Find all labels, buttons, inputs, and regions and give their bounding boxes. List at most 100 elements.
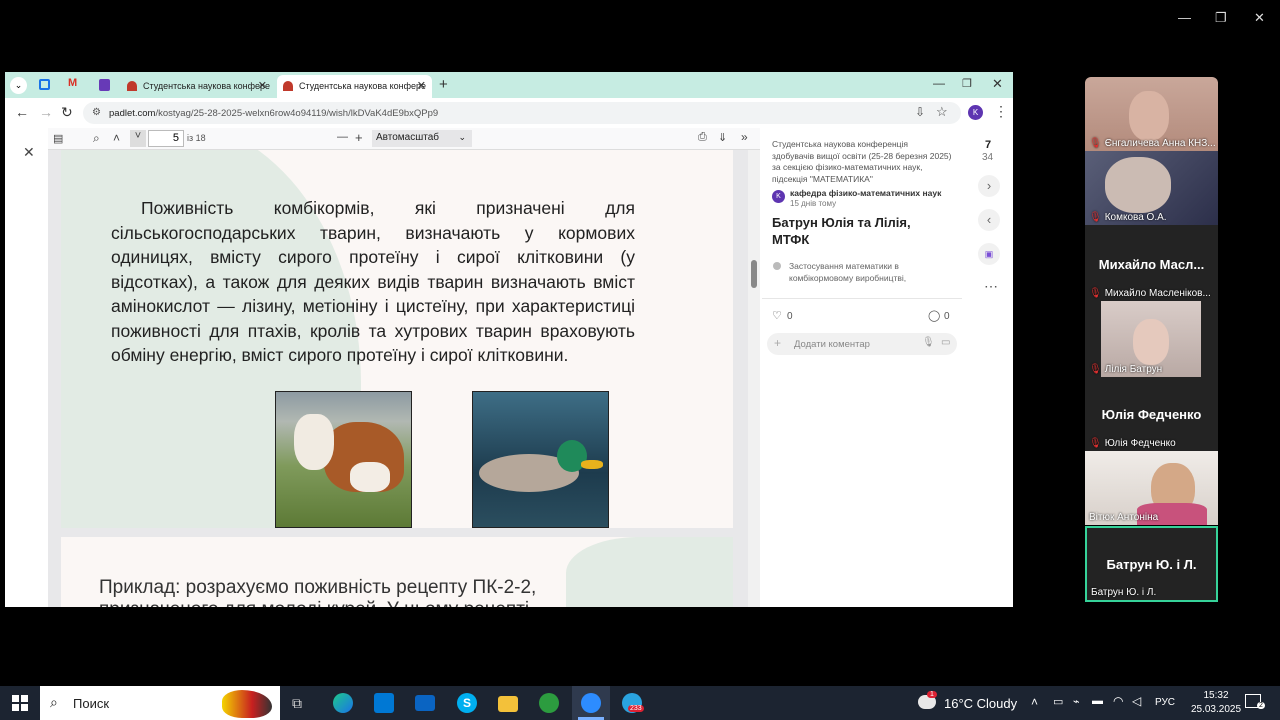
date-text: 25.03.2025 bbox=[1190, 704, 1242, 715]
print-icon[interactable]: ⎙ bbox=[698, 131, 707, 144]
bookmark-star-icon[interactable]: ☆ bbox=[936, 104, 948, 120]
more-tools-icon[interactable]: » bbox=[741, 130, 748, 144]
prev-post-button[interactable]: ‹ bbox=[978, 209, 1000, 231]
comment-input[interactable]: + Додати коментар 🎙 ▭ bbox=[767, 333, 957, 355]
close-button[interactable]: ✕ bbox=[1254, 10, 1265, 26]
zoom-icon bbox=[581, 693, 601, 713]
browser-close[interactable]: ✕ bbox=[992, 76, 1003, 92]
participant-name: 🎙 Михайло Масленіков... bbox=[1089, 288, 1211, 299]
minimize-button[interactable]: — bbox=[1178, 10, 1191, 25]
new-tab-button[interactable]: + bbox=[439, 76, 448, 93]
profile-avatar[interactable]: K bbox=[968, 105, 983, 120]
sidebar-toggle-icon[interactable]: ▤ bbox=[53, 132, 63, 145]
post-title: Батрун Юлія та Лілія, МТФК bbox=[772, 215, 911, 247]
mic-icon[interactable]: 🎙 bbox=[922, 337, 935, 348]
participant-tile[interactable]: Юлія Федченко 🎙 Юлія Федченко bbox=[1085, 377, 1218, 451]
forward-icon[interactable]: → bbox=[39, 104, 53, 120]
page-number-input[interactable]: 5 bbox=[148, 130, 184, 147]
scrollbar-thumb[interactable] bbox=[751, 260, 757, 288]
wifi-icon[interactable]: ◠ bbox=[1113, 694, 1123, 708]
install-app-icon[interactable]: ⇩ bbox=[915, 105, 925, 119]
duck-image bbox=[472, 391, 609, 528]
utorrent-icon[interactable] bbox=[539, 693, 559, 713]
tab-label: Студентська наукова конфере bbox=[143, 81, 271, 91]
participant-tile[interactable]: Михайло Масл... 🎙 Михайло Масленіков... bbox=[1085, 225, 1218, 301]
battery-icon[interactable]: ▬ bbox=[1092, 695, 1103, 707]
pdf-scrollbar[interactable] bbox=[748, 150, 760, 607]
author-avatar: K bbox=[772, 190, 785, 203]
post-total: 34 bbox=[982, 152, 994, 163]
like-icon[interactable]: ♡ bbox=[772, 309, 782, 322]
participant-tile[interactable]: 🎙 Єнгаличева Анна КНЗ... bbox=[1085, 77, 1218, 151]
tab-conference-2[interactable]: Студентська наукова конфере ✕ bbox=[277, 75, 432, 98]
chat-button[interactable]: ▣ bbox=[978, 243, 1000, 265]
browser-restore[interactable]: ❐ bbox=[962, 77, 972, 90]
participant-tile-active-speaker[interactable]: Батрун Ю. і Л. Батрун Ю. і Л. bbox=[1085, 526, 1218, 602]
menu-icon[interactable]: ⋮ bbox=[994, 103, 1008, 120]
page-paragraph: Поживність комбікормів, які призначені д… bbox=[111, 198, 635, 365]
divider bbox=[762, 298, 962, 299]
bookmark-app-icon[interactable] bbox=[39, 79, 50, 90]
participant-tile[interactable]: Вітюк Антоніна bbox=[1085, 451, 1218, 525]
browser-window: ⌄ M Студентська наукова конфере ✕ Студен… bbox=[5, 72, 1013, 607]
skype-icon[interactable]: S bbox=[457, 693, 477, 713]
clock[interactable]: 15:32 25.03.2025 bbox=[1186, 689, 1246, 717]
participant-name: 🎙 Юлія Федченко bbox=[1089, 438, 1176, 449]
file-explorer-icon[interactable] bbox=[498, 696, 518, 712]
notification-count: 2 bbox=[1257, 702, 1265, 709]
volume-icon[interactable]: ◁ bbox=[1132, 694, 1141, 708]
taskbar-search[interactable]: ⌕ Поиск bbox=[40, 686, 280, 720]
next-page-icon[interactable]: ˅ bbox=[130, 130, 146, 147]
tab-bar: ⌄ M Студентська наукова конфере ✕ Студен… bbox=[5, 72, 1013, 98]
close-preview-icon[interactable]: ✕ bbox=[23, 144, 35, 161]
task-view-icon[interactable]: ⧉ bbox=[292, 695, 302, 712]
participant-tile[interactable]: 🎙 Лілія Батрун bbox=[1085, 301, 1218, 377]
tab-conference-1[interactable]: Студентська наукова конфере ✕ bbox=[121, 75, 273, 98]
participant-tile[interactable]: 🎙 Комкова О.А. bbox=[1085, 151, 1218, 225]
more-options-icon[interactable]: ⋯ bbox=[984, 278, 998, 295]
text-line: призначеного для молоді курей. У цьому р… bbox=[99, 599, 536, 607]
zoom-taskbar-button[interactable] bbox=[572, 686, 610, 720]
back-icon[interactable]: ← bbox=[15, 104, 29, 120]
attachment-title[interactable]: Застосування математики в комбікормовому… bbox=[789, 261, 929, 284]
plus-icon[interactable]: + bbox=[774, 336, 781, 350]
pdf-pages[interactable]: Поживність комбікормів, які призначені д… bbox=[48, 150, 748, 607]
language-indicator[interactable]: РУС bbox=[1155, 697, 1175, 708]
close-tab-icon[interactable]: ✕ bbox=[258, 79, 267, 92]
usb-icon[interactable]: ⌁ bbox=[1073, 695, 1080, 708]
site-info-icon[interactable]: ⚙ bbox=[92, 107, 101, 118]
participant-name: 🎙 Комкова О.А. bbox=[1089, 212, 1167, 223]
save-icon[interactable]: ⇓ bbox=[718, 131, 727, 144]
forms-icon[interactable] bbox=[99, 79, 110, 91]
padlet-icon bbox=[283, 81, 293, 91]
browser-minimize[interactable]: — bbox=[933, 76, 945, 90]
show-hidden-icons-icon[interactable]: ˄ bbox=[1031, 695, 1038, 709]
find-icon[interactable]: ⌕ bbox=[93, 131, 100, 146]
next-post-button[interactable]: › bbox=[978, 175, 1000, 197]
zoom-in-button[interactable]: + bbox=[355, 130, 363, 145]
mic-muted-icon: 🎙 bbox=[1089, 138, 1102, 149]
edge-icon[interactable] bbox=[333, 693, 353, 713]
padlet-icon bbox=[127, 81, 137, 91]
prev-page-icon[interactable]: ˄ bbox=[113, 131, 120, 145]
gmail-icon[interactable]: M bbox=[68, 77, 77, 89]
address-input[interactable]: ⚙ padlet.com/kostyag/25-28-2025-welxn6ro… bbox=[83, 102, 961, 124]
zoom-out-button[interactable]: — bbox=[337, 131, 348, 143]
start-button[interactable] bbox=[12, 695, 28, 711]
restore-button[interactable]: ❐ bbox=[1215, 10, 1227, 26]
reload-icon[interactable]: ↻ bbox=[61, 104, 73, 121]
participant-display-name: Михайло Масл... bbox=[1098, 257, 1205, 272]
weather-text[interactable]: 16°C Cloudy bbox=[944, 696, 1017, 711]
mail-icon[interactable] bbox=[415, 695, 435, 711]
close-tab-icon[interactable]: ✕ bbox=[417, 79, 426, 92]
comment-icon[interactable]: ◯ bbox=[928, 309, 940, 322]
pdf-page: Поживність комбікормів, які призначені д… bbox=[61, 150, 733, 528]
pdf-viewer: ▤ ⌕ ˄ ˅ 5 із 18 — + Автомасштаб ⌄ ⎙ ⇓ » П… bbox=[48, 128, 760, 607]
zoom-select[interactable]: Автомасштаб ⌄ bbox=[372, 130, 472, 147]
participant-display-name: Батрун Ю. і Л. bbox=[1106, 557, 1197, 572]
tab-search-icon[interactable]: ⌄ bbox=[10, 77, 27, 94]
store-icon[interactable] bbox=[374, 693, 394, 713]
meet-now-icon[interactable]: ▭ bbox=[1053, 695, 1063, 708]
video-icon[interactable]: ▭ bbox=[941, 337, 950, 348]
page-total: із 18 bbox=[187, 133, 206, 143]
